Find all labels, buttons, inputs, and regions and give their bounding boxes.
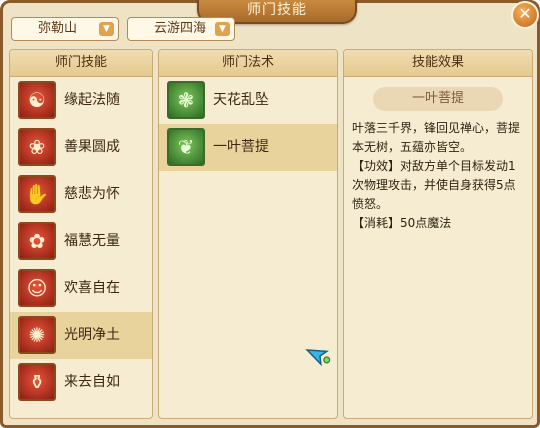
- skill-list: ☯ 缘起法随 ❀ 善果圆成 ✋ 慈悲为怀 ✿ 福慧无量 ☺ 欢喜自在 ✺ 光明净…: [10, 77, 152, 406]
- skill-item[interactable]: ✿ 福慧无量: [10, 218, 152, 265]
- effect-panel: 技能效果 一叶菩提 叶落三千界，锋回见禅心，菩提本无树，五蕴亦皆空。 【功效】对…: [343, 49, 533, 419]
- spell-item[interactable]: ❃ 天花乱坠: [159, 77, 337, 124]
- effect-details: 【功效】对敌方单个目标发动1次物理攻击，并使自身获得5点愤怒。: [352, 159, 516, 211]
- spell-item-selected[interactable]: ❦ 一叶菩提: [159, 124, 337, 171]
- spell-label: 一叶菩提: [213, 139, 269, 155]
- spells-panel-header: 师门法术: [159, 50, 337, 77]
- spell-label: 天花乱坠: [213, 92, 269, 108]
- skill-item[interactable]: ☺ 欢喜自在: [10, 265, 152, 312]
- skill-icon: ✋: [18, 175, 56, 213]
- spell-list: ❃ 天花乱坠 ❦ 一叶菩提: [159, 77, 337, 171]
- chevron-down-icon: ▼: [215, 22, 230, 36]
- effect-description: 叶落三千界，锋回见禅心，菩提本无树，五蕴亦皆空。: [352, 121, 521, 154]
- skills-panel: 师门技能 ☯ 缘起法随 ❀ 善果圆成 ✋ 慈悲为怀 ✿ 福慧无量 ☺ 欢喜自在: [9, 49, 153, 419]
- skill-icon: ✿: [18, 222, 56, 260]
- skill-label: 缘起法随: [64, 92, 120, 108]
- skill-icon: ❀: [18, 128, 56, 166]
- region-dropdown-value: 云游四海: [154, 21, 207, 36]
- skill-window: 师门技能 ✕ 弥勒山 ▼ 云游四海 ▼ 师门技能 ☯ 缘起法随 ❀ 善果圆成 ✋…: [0, 0, 540, 428]
- skill-item[interactable]: ⚱ 来去自如: [10, 359, 152, 406]
- skill-label: 慈悲为怀: [64, 186, 120, 202]
- region-dropdown[interactable]: 云游四海 ▼: [127, 17, 235, 41]
- effect-panel-header: 技能效果: [344, 50, 532, 77]
- skills-panel-header: 师门技能: [10, 50, 152, 77]
- close-icon: ✕: [518, 4, 532, 23]
- skill-item[interactable]: ☯ 缘起法随: [10, 77, 152, 124]
- skill-icon: ☺: [18, 269, 56, 307]
- skill-item[interactable]: ✋ 慈悲为怀: [10, 171, 152, 218]
- close-button[interactable]: ✕: [511, 1, 539, 29]
- skill-label: 光明净土: [64, 327, 120, 343]
- chevron-down-icon: ▼: [99, 22, 114, 36]
- skill-icon: ✺: [18, 316, 56, 354]
- skill-icon: ☯: [18, 81, 56, 119]
- skill-label: 欢喜自在: [64, 280, 120, 296]
- skill-label: 福慧无量: [64, 233, 120, 249]
- effect-cost: 【消耗】50点魔法: [352, 216, 452, 230]
- skill-label: 善果圆成: [64, 139, 120, 155]
- sect-dropdown-value: 弥勒山: [38, 21, 78, 36]
- spell-icon: ❦: [167, 128, 205, 166]
- skill-icon: ⚱: [18, 363, 56, 401]
- skill-label: 来去自如: [64, 374, 120, 390]
- spell-name-banner: 一叶菩提: [373, 87, 503, 111]
- skill-item-selected[interactable]: ✺ 光明净土: [10, 312, 152, 359]
- sect-dropdown[interactable]: 弥勒山 ▼: [11, 17, 119, 41]
- skill-item[interactable]: ❀ 善果圆成: [10, 124, 152, 171]
- spell-icon: ❃: [167, 81, 205, 119]
